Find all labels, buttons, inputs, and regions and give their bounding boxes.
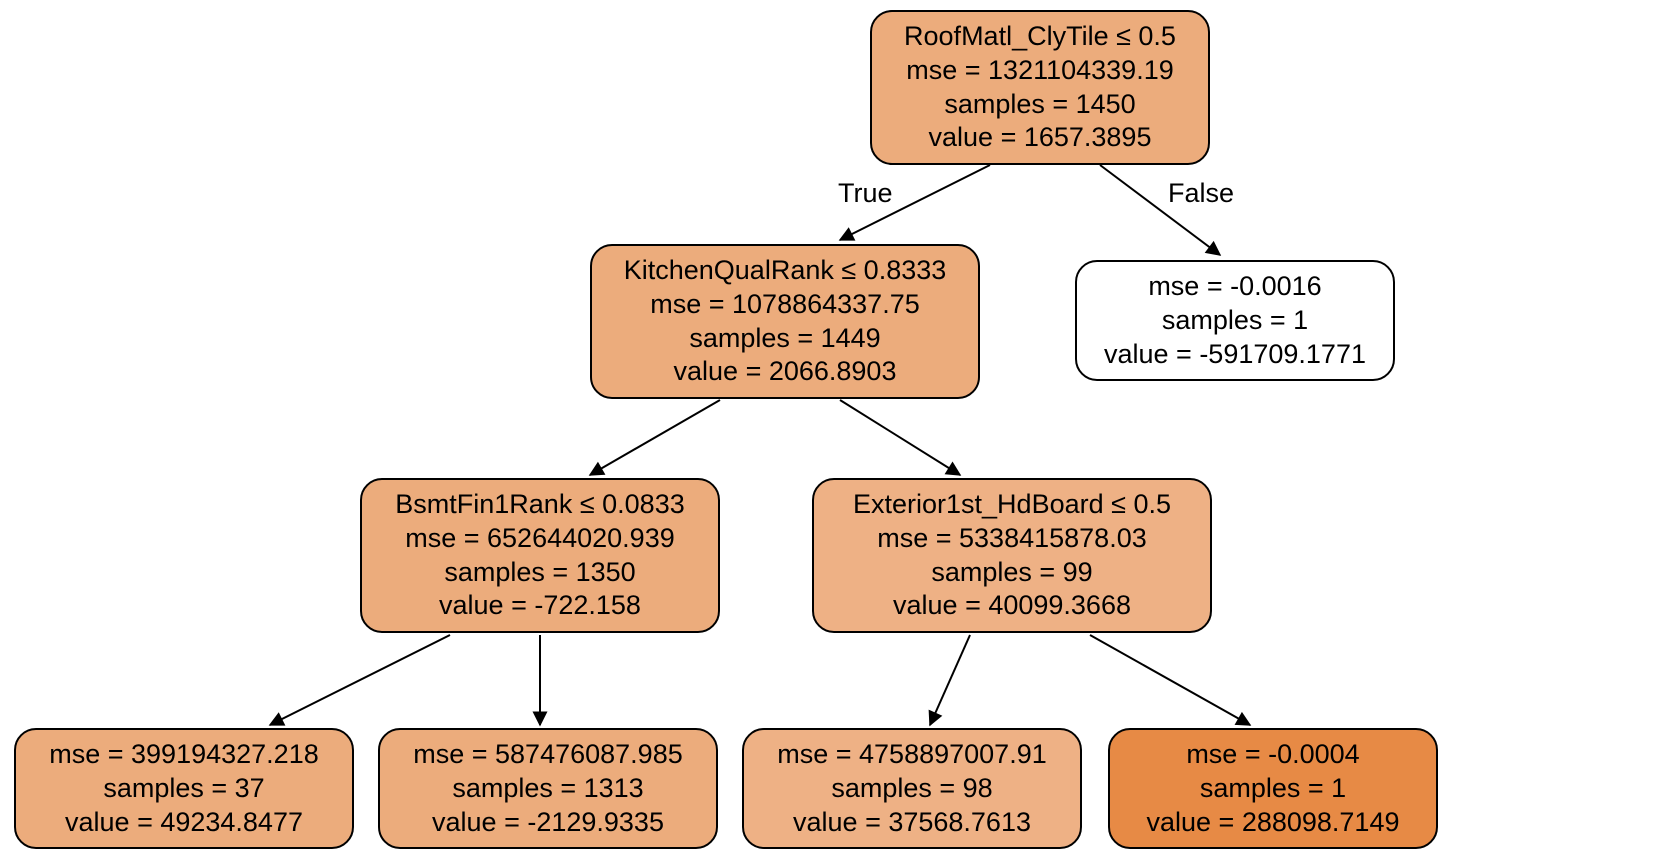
node-line: mse = 1078864337.75 bbox=[606, 288, 964, 322]
node-line: samples = 99 bbox=[828, 556, 1196, 590]
node-line: mse = 652644020.939 bbox=[376, 522, 704, 556]
node-line: BsmtFin1Rank ≤ 0.0833 bbox=[376, 488, 704, 522]
node-line: value = 1657.3895 bbox=[886, 121, 1194, 155]
node-line: value = 288098.7149 bbox=[1124, 806, 1422, 840]
tree-node: BsmtFin1Rank ≤ 0.0833 mse = 652644020.93… bbox=[360, 478, 720, 633]
node-line: mse = 399194327.218 bbox=[30, 738, 338, 772]
node-line: samples = 1449 bbox=[606, 322, 964, 356]
node-line: value = 49234.8477 bbox=[30, 806, 338, 840]
tree-node-leaf: mse = -0.0016 samples = 1 value = -59170… bbox=[1075, 260, 1395, 381]
node-line: mse = 4758897007.91 bbox=[758, 738, 1066, 772]
node-line: RoofMatl_ClyTile ≤ 0.5 bbox=[886, 20, 1194, 54]
tree-node: KitchenQualRank ≤ 0.8333 mse = 107886433… bbox=[590, 244, 980, 399]
node-line: samples = 1350 bbox=[376, 556, 704, 590]
tree-node-root: RoofMatl_ClyTile ≤ 0.5 mse = 1321104339.… bbox=[870, 10, 1210, 165]
node-line: value = -722.158 bbox=[376, 589, 704, 623]
tree-node-leaf: mse = -0.0004 samples = 1 value = 288098… bbox=[1108, 728, 1438, 849]
tree-node-leaf: mse = 399194327.218 samples = 37 value =… bbox=[14, 728, 354, 849]
tree-node-leaf: mse = 4758897007.91 samples = 98 value =… bbox=[742, 728, 1082, 849]
node-line: samples = 37 bbox=[30, 772, 338, 806]
tree-node-leaf: mse = 587476087.985 samples = 1313 value… bbox=[378, 728, 718, 849]
tree-node: Exterior1st_HdBoard ≤ 0.5 mse = 53384158… bbox=[812, 478, 1212, 633]
node-line: value = -591709.1771 bbox=[1091, 338, 1379, 372]
decision-tree-diagram: True False RoofMatl_ClyTile ≤ 0.5 mse = … bbox=[0, 0, 1662, 864]
node-line: value = -2129.9335 bbox=[394, 806, 702, 840]
node-line: samples = 1 bbox=[1124, 772, 1422, 806]
node-line: samples = 1313 bbox=[394, 772, 702, 806]
node-line: mse = -0.0016 bbox=[1091, 270, 1379, 304]
node-line: value = 40099.3668 bbox=[828, 589, 1196, 623]
node-line: mse = 1321104339.19 bbox=[886, 54, 1194, 88]
node-line: mse = -0.0004 bbox=[1124, 738, 1422, 772]
node-line: KitchenQualRank ≤ 0.8333 bbox=[606, 254, 964, 288]
edge-label-true: True bbox=[838, 178, 893, 209]
node-line: mse = 5338415878.03 bbox=[828, 522, 1196, 556]
node-line: value = 2066.8903 bbox=[606, 355, 964, 389]
node-line: value = 37568.7613 bbox=[758, 806, 1066, 840]
edge-label-false: False bbox=[1168, 178, 1234, 209]
node-line: samples = 1450 bbox=[886, 88, 1194, 122]
node-line: samples = 1 bbox=[1091, 304, 1379, 338]
node-line: mse = 587476087.985 bbox=[394, 738, 702, 772]
node-line: samples = 98 bbox=[758, 772, 1066, 806]
node-line: Exterior1st_HdBoard ≤ 0.5 bbox=[828, 488, 1196, 522]
